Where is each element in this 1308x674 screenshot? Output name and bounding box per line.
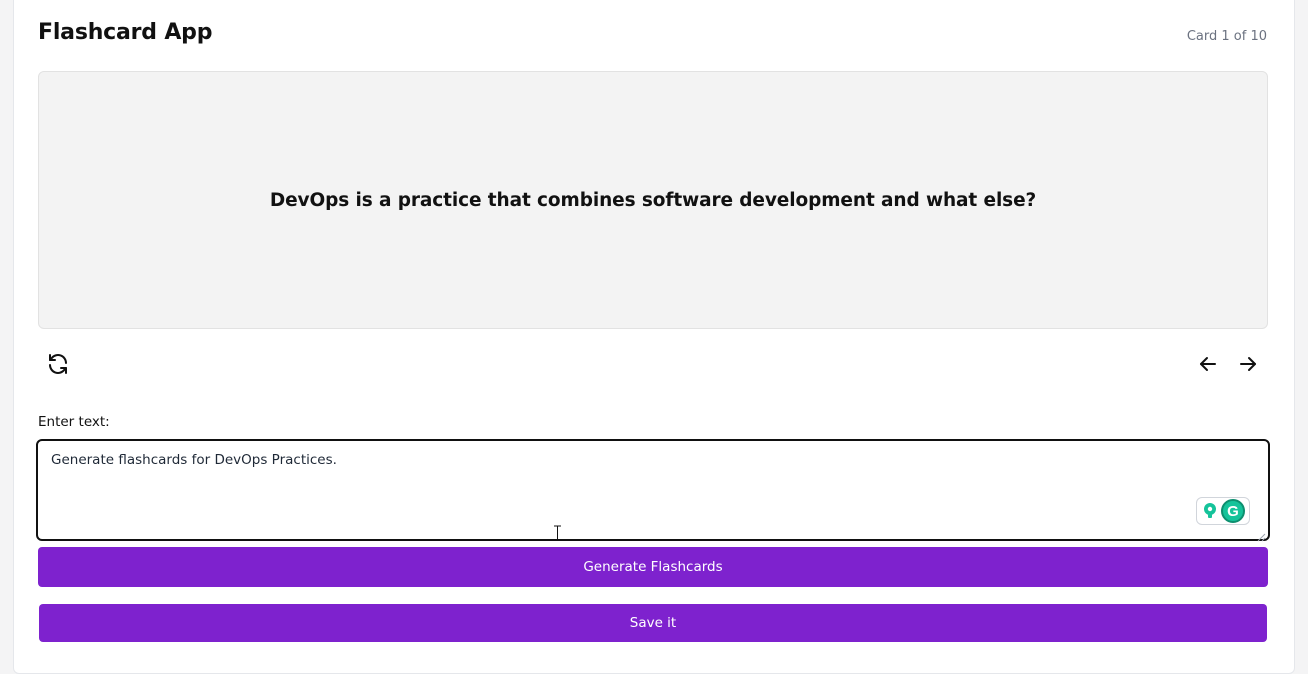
grammarly-widget[interactable]: G bbox=[1196, 497, 1250, 525]
text-input-container: G bbox=[36, 439, 1270, 542]
next-card-button[interactable] bbox=[1231, 348, 1265, 382]
save-button[interactable]: Save it bbox=[39, 604, 1267, 642]
previous-card-button[interactable] bbox=[1191, 348, 1225, 382]
generate-flashcards-button[interactable]: Generate Flashcards bbox=[38, 547, 1268, 587]
text-cursor-icon bbox=[553, 525, 562, 541]
flip-card-button[interactable] bbox=[41, 348, 75, 382]
grammarly-logo-icon[interactable]: G bbox=[1221, 499, 1245, 523]
text-input[interactable] bbox=[38, 441, 1268, 539]
arrow-left-icon bbox=[1198, 354, 1218, 377]
arrow-right-icon bbox=[1238, 354, 1258, 377]
resize-handle-icon[interactable] bbox=[1256, 527, 1266, 542]
card-counter: Card 1 of 10 bbox=[1186, 29, 1267, 44]
lightbulb-icon[interactable] bbox=[1201, 502, 1219, 520]
flashcard-question: DevOps is a practice that combines softw… bbox=[269, 189, 1037, 211]
page-title: Flashcard App bbox=[38, 20, 213, 45]
flashcard[interactable]: DevOps is a practice that combines softw… bbox=[38, 71, 1268, 329]
refresh-icon bbox=[46, 352, 70, 379]
input-label: Enter text: bbox=[38, 414, 110, 430]
